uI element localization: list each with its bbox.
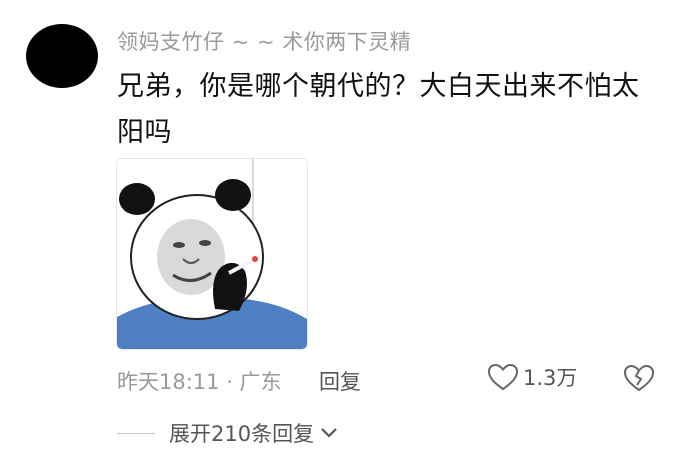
- dislike-button[interactable]: [622, 362, 656, 399]
- comment-time-location: 昨天18:11 · 广东: [117, 370, 282, 394]
- panda-meme-illustration: [117, 159, 307, 349]
- heart-outline-icon: [487, 363, 519, 391]
- reply-button[interactable]: 回复: [319, 366, 361, 396]
- comment-meta-row: 昨天18:11 · 广东 回复 1.3万: [117, 362, 662, 396]
- like-count: 1.3万: [523, 366, 578, 390]
- comment-text: 兄弟，你是哪个朝代的？大白天出来不怕太阳吗: [117, 71, 640, 148]
- expand-replies-label: 展开210条回复: [169, 422, 315, 446]
- comment-username[interactable]: 领妈支竹仔 ~ ~ 术你两下灵精: [117, 26, 411, 56]
- like-button[interactable]: 1.3万: [487, 362, 577, 392]
- avatar[interactable]: [26, 24, 98, 88]
- comment-image-panda-meme[interactable]: [116, 158, 308, 350]
- chevron-down-icon: [321, 428, 337, 438]
- expand-replies-button[interactable]: 展开210条回复: [117, 418, 338, 448]
- broken-heart-icon: [623, 364, 655, 392]
- divider-line: [117, 432, 155, 434]
